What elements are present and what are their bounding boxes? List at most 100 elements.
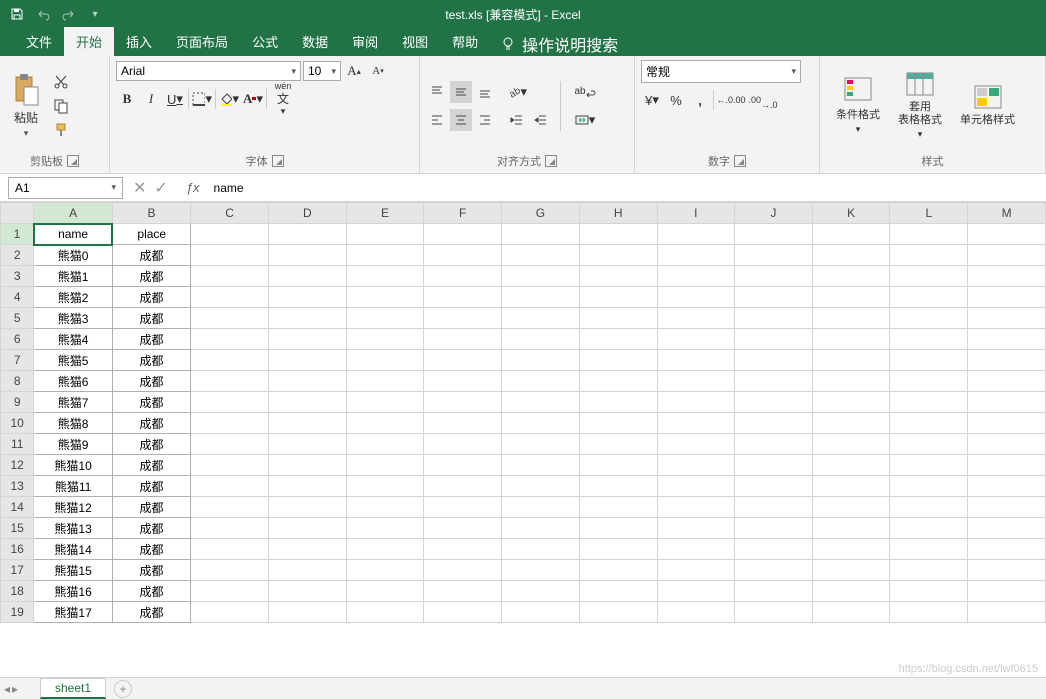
cell[interactable] [968,455,1046,476]
cell[interactable] [812,224,890,245]
cell[interactable] [657,224,735,245]
cell[interactable]: 熊猫10 [34,455,112,476]
row-header[interactable]: 6 [1,329,34,350]
cell[interactable] [191,266,269,287]
cell[interactable] [735,266,813,287]
cell[interactable] [191,476,269,497]
redo-button[interactable] [58,3,80,25]
cell[interactable] [268,308,346,329]
cell[interactable] [191,350,269,371]
cell[interactable] [735,392,813,413]
border-button[interactable]: ▾ [191,88,213,110]
cell[interactable] [890,455,968,476]
cell[interactable] [968,539,1046,560]
font-launcher[interactable] [272,155,284,167]
row-header[interactable]: 7 [1,350,34,371]
cell[interactable] [890,308,968,329]
cell[interactable] [424,581,502,602]
cell[interactable] [657,245,735,266]
cell[interactable] [346,539,424,560]
cell[interactable]: 熊猫12 [34,497,112,518]
cell[interactable]: 熊猫5 [34,350,112,371]
format-painter-button[interactable] [50,119,72,141]
cell[interactable] [502,602,580,623]
cell[interactable] [502,455,580,476]
cell[interactable]: 成都 [112,287,190,308]
enter-formula-button[interactable]: ✓ [154,178,167,198]
cell[interactable]: 成都 [112,245,190,266]
cell[interactable] [268,602,346,623]
cell[interactable] [191,518,269,539]
save-button[interactable] [6,3,28,25]
phonetic-button[interactable]: wén文▾ [269,88,297,110]
cell[interactable] [968,518,1046,539]
cell[interactable] [424,434,502,455]
cell[interactable] [346,602,424,623]
row-header[interactable]: 2 [1,245,34,266]
cell[interactable] [268,497,346,518]
row-header[interactable]: 18 [1,581,34,602]
cell[interactable]: 成都 [112,602,190,623]
cell[interactable]: 熊猫15 [34,560,112,581]
cell[interactable] [346,497,424,518]
column-header[interactable]: I [657,203,735,224]
qat-customize[interactable]: ▾ [84,3,106,25]
cell[interactable]: 成都 [112,539,190,560]
cell[interactable] [268,413,346,434]
row-header[interactable]: 4 [1,287,34,308]
cell[interactable] [502,371,580,392]
cut-button[interactable] [50,71,72,93]
cell[interactable] [657,371,735,392]
align-middle-button[interactable] [450,81,472,103]
cell[interactable] [968,602,1046,623]
cell[interactable] [890,497,968,518]
column-header[interactable]: E [346,203,424,224]
column-header[interactable]: C [191,203,269,224]
cell[interactable] [502,224,580,245]
cell[interactable] [968,266,1046,287]
cell[interactable]: 成都 [112,350,190,371]
cell[interactable] [579,581,657,602]
row-header[interactable]: 15 [1,518,34,539]
cell[interactable] [579,539,657,560]
cell[interactable]: 熊猫1 [34,266,112,287]
cell[interactable] [346,392,424,413]
cell[interactable] [346,581,424,602]
row-header[interactable]: 3 [1,266,34,287]
cell[interactable] [268,392,346,413]
cell[interactable]: 熊猫3 [34,308,112,329]
cell[interactable] [657,476,735,497]
cell[interactable]: 成都 [112,434,190,455]
cell[interactable] [424,245,502,266]
row-header[interactable]: 8 [1,371,34,392]
cell[interactable] [191,539,269,560]
cell[interactable] [268,329,346,350]
row-header[interactable]: 11 [1,434,34,455]
cell[interactable] [735,287,813,308]
cell[interactable] [890,224,968,245]
alignment-launcher[interactable] [545,155,557,167]
cell[interactable] [968,560,1046,581]
cell[interactable] [579,455,657,476]
cell[interactable] [812,371,890,392]
cell[interactable] [735,455,813,476]
cell[interactable] [191,371,269,392]
cell[interactable]: 成都 [112,581,190,602]
cell[interactable] [812,350,890,371]
cell[interactable] [735,308,813,329]
cell[interactable] [735,581,813,602]
tab-insert[interactable]: 插入 [114,27,164,56]
font-color-button[interactable]: A▾ [242,88,264,110]
cell[interactable] [735,518,813,539]
cell[interactable] [191,455,269,476]
cell[interactable]: 熊猫11 [34,476,112,497]
formula-input[interactable] [208,177,1046,199]
cell[interactable] [968,413,1046,434]
row-header[interactable]: 16 [1,539,34,560]
font-size-combo[interactable]: 10▾ [303,61,341,81]
cell[interactable] [579,224,657,245]
cell[interactable] [579,371,657,392]
cell[interactable] [268,560,346,581]
cell[interactable] [502,287,580,308]
cell[interactable]: 熊猫9 [34,434,112,455]
